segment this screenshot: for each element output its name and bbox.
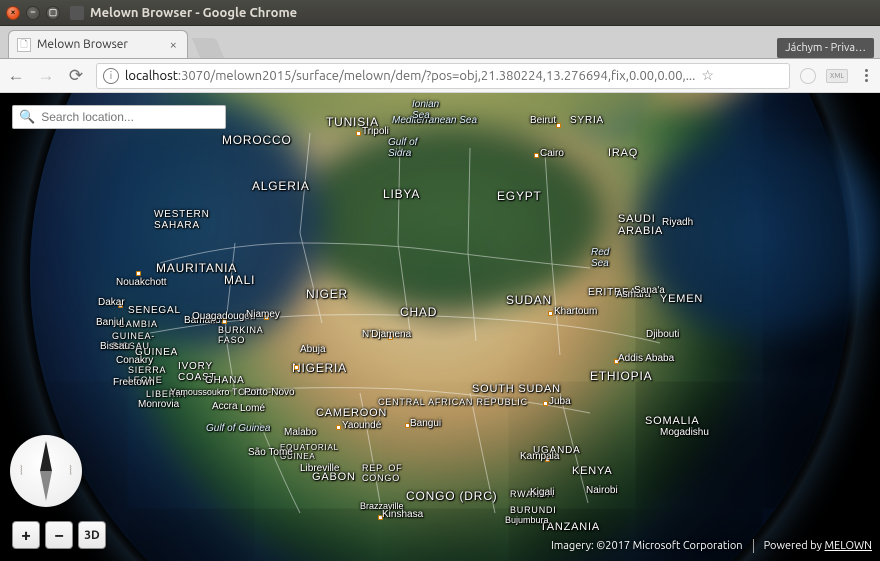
search-icon: 🔍 — [19, 110, 35, 125]
zoom-in-button[interactable]: + — [12, 521, 40, 549]
new-tab-button[interactable] — [192, 38, 224, 58]
city-dot — [118, 303, 123, 308]
window-minimize-button[interactable]: – — [26, 6, 40, 20]
country-borders — [0, 93, 880, 561]
browser-toolbar: ← → ⟳ i localhost :3070/melown2015/surfa… — [0, 59, 880, 93]
page-favicon-icon: 🗋 — [17, 38, 31, 52]
powered-by: Powered by MELOWN — [764, 540, 872, 552]
city-dot — [548, 311, 553, 316]
browser-tabstrip: 🗋 Melown Browser × Jáchym - Priva… — [0, 26, 880, 59]
city-dot — [388, 335, 393, 340]
profile-badge[interactable]: Jáchym - Priva… — [777, 38, 874, 58]
city-dot — [136, 271, 141, 276]
city-dot — [545, 457, 550, 462]
address-bar[interactable]: i localhost :3070/melown2015/surface/mel… — [96, 63, 790, 89]
compass-control[interactable]: ⦚ ⦚ — [10, 435, 82, 507]
site-info-icon[interactable]: i — [103, 68, 119, 84]
separator — [753, 539, 754, 553]
window-maximize-button[interactable]: ▢ — [46, 6, 60, 20]
city-dot — [556, 123, 561, 128]
chrome-menu-button[interactable] — [858, 69, 874, 82]
city-dot — [222, 319, 227, 324]
melown-link[interactable]: MELOWN — [824, 540, 872, 552]
zoom-out-button[interactable]: − — [45, 521, 73, 549]
window-title: Melown Browser - Google Chrome — [90, 6, 297, 20]
url-path: :3070/melown2015/surface/melown/dem/?pos… — [178, 69, 695, 83]
compass-tilt-left-icon: ⦚ — [20, 464, 23, 479]
back-button[interactable]: ← — [6, 66, 26, 86]
window-titlebar: × – ▢ Melown Browser - Google Chrome — [0, 0, 880, 26]
zoom-controls: + − 3D — [12, 521, 106, 549]
city-dot — [543, 401, 548, 406]
forward-button[interactable]: → — [36, 66, 56, 86]
toggle-3d-button[interactable]: 3D — [78, 521, 106, 549]
city-dot — [356, 131, 361, 136]
tab-close-icon[interactable]: × — [170, 38, 177, 52]
search-input[interactable] — [41, 110, 219, 124]
tab-title: Melown Browser — [37, 38, 128, 51]
extension-icon[interactable] — [800, 68, 816, 84]
map-viewport[interactable]: Mediterranean Sea Ionian Sea Gulf of Sid… — [0, 93, 880, 561]
url-host: localhost — [125, 69, 178, 83]
compass-tilt-right-icon: ⦚ — [69, 464, 72, 479]
reload-button[interactable]: ⟳ — [66, 66, 86, 86]
imagery-attribution: Imagery: ©2017 Microsoft Corporation — [551, 540, 743, 552]
city-dot — [534, 153, 539, 158]
city-dot — [336, 425, 341, 430]
bookmark-star-icon[interactable]: ☆ — [701, 67, 714, 84]
powered-by-prefix: Powered by — [764, 540, 825, 552]
map-attribution: Imagery: ©2017 Microsoft Corporation Pow… — [551, 539, 872, 553]
browser-tab-active[interactable]: 🗋 Melown Browser × — [8, 30, 188, 58]
city-dot — [264, 315, 269, 320]
city-dot — [378, 515, 383, 520]
chrome-app-icon — [70, 6, 84, 20]
window-controls: × – ▢ — [6, 6, 60, 20]
city-dot — [614, 359, 619, 364]
window-close-button[interactable]: × — [6, 6, 20, 20]
city-dot — [405, 423, 410, 428]
city-dot — [294, 365, 299, 370]
search-box[interactable]: 🔍 — [12, 105, 226, 129]
extension-xml-icon[interactable]: XML — [826, 69, 848, 83]
